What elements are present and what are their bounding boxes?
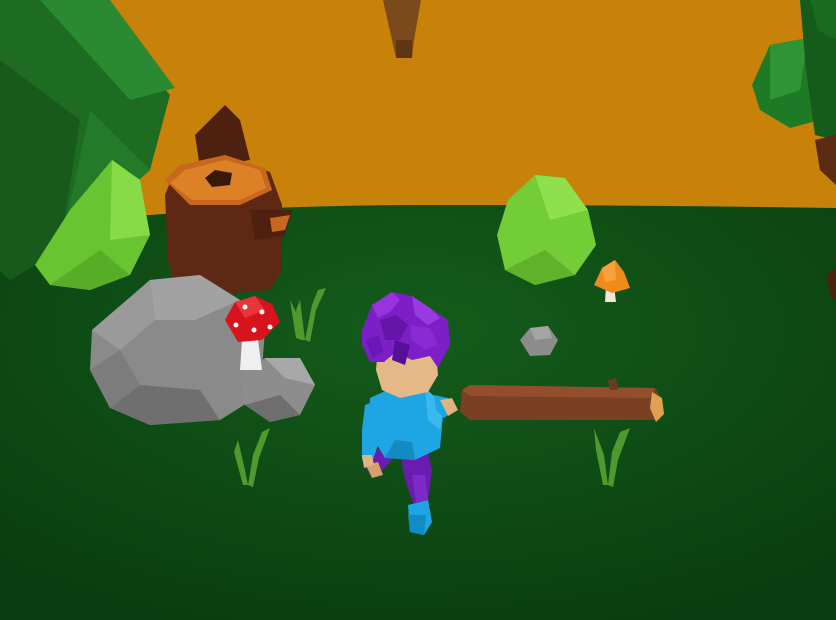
game-viewport[interactable]	[0, 0, 836, 620]
game-scene	[0, 0, 836, 620]
